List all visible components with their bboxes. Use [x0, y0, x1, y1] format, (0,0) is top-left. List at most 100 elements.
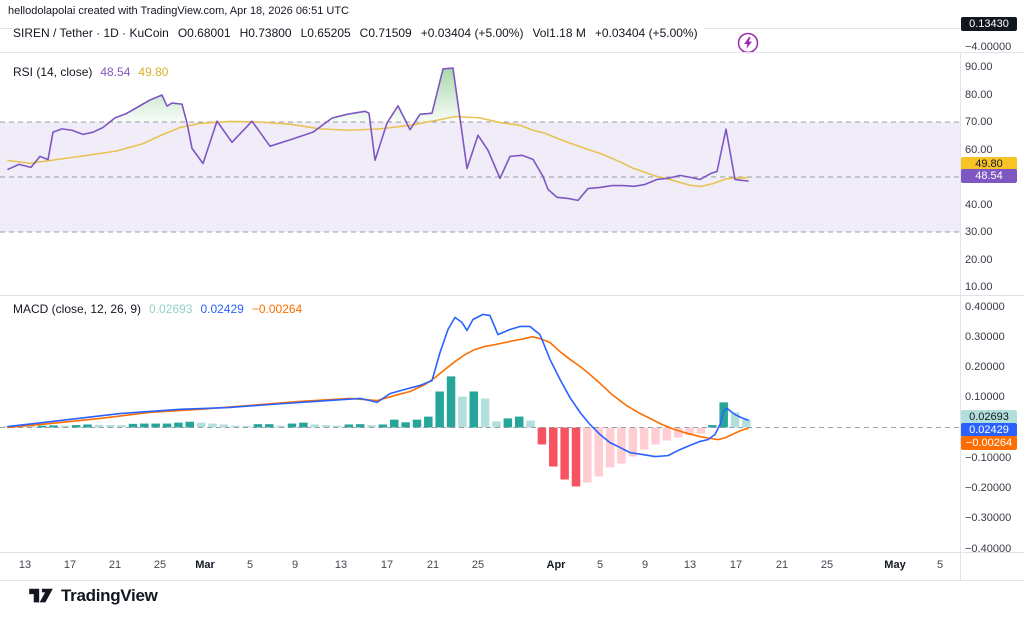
price-last-badge: 0.13430: [961, 17, 1017, 31]
time-axis-label: 5: [247, 559, 253, 571]
histogram-bar: [617, 428, 626, 464]
histogram-bar: [174, 423, 183, 428]
time-axis-label: 17: [381, 559, 393, 571]
histogram-bar: [470, 392, 479, 428]
histogram-bar: [606, 428, 615, 468]
time-axis-label: 21: [776, 559, 788, 571]
macd-line-value: 0.02429: [200, 302, 243, 316]
histogram-bar: [435, 392, 444, 428]
time-axis-label: 9: [292, 559, 298, 571]
rsi-axis-label: 80.00: [965, 89, 993, 101]
macd-axis-label: 0.40000: [965, 301, 1005, 313]
macd-axis-label: 0.20000: [965, 361, 1005, 373]
histogram-bar: [515, 417, 524, 428]
footer-border: [0, 580, 1024, 581]
histogram-bar: [492, 421, 501, 427]
histogram-bar: [560, 428, 569, 480]
macd-pane-legend: MACD (close, 12, 26, 9) 0.02693 0.02429 …: [13, 302, 308, 316]
histogram-bar: [640, 428, 649, 450]
rsi-axis-label: 10.00: [965, 281, 993, 293]
macd-line-badge: 0.02429: [961, 423, 1017, 437]
histogram-bar: [526, 421, 535, 428]
macd-signal-value: −0.00264: [252, 302, 302, 316]
time-axis-label: May: [884, 559, 905, 571]
time-axis-label: 13: [19, 559, 31, 571]
rsi-axis-label: 40.00: [965, 199, 993, 211]
chart-snapshot: hellodolapolai created with TradingView.…: [0, 0, 1024, 620]
histogram-bar: [504, 418, 512, 427]
attribution-text: hellodolapolai created with TradingView.…: [8, 5, 349, 17]
histogram-bar: [163, 424, 172, 428]
rsi-axis-label: 30.00: [965, 226, 993, 238]
macd-axis-label: −0.40000: [965, 543, 1011, 555]
tradingview-logo-mark: [28, 586, 54, 606]
histogram-bar: [583, 428, 592, 483]
histogram-bar: [208, 424, 217, 428]
histogram-bar: [129, 424, 138, 428]
time-axis-label: 25: [821, 559, 833, 571]
rsi-pane-legend: RSI (14, close) 48.54 49.80: [13, 65, 174, 79]
histogram-bar: [697, 428, 706, 434]
ohlc-high: H0.73800: [240, 26, 292, 40]
time-axis-label: 25: [472, 559, 484, 571]
histogram-bar: [549, 428, 558, 467]
histogram-bar: [186, 422, 195, 428]
histogram-bar: [288, 424, 297, 428]
rsi-axis-label: 90.00: [965, 61, 993, 73]
rsi-axis-label: 60.00: [965, 144, 993, 156]
symbol-legend: SIREN / Tether · 1D · KuCoin O0.68001 H0…: [13, 26, 704, 40]
time-axis-label: 25: [154, 559, 166, 571]
time-axis-label: 13: [684, 559, 696, 571]
macd-axis-label: 0.10000: [965, 391, 1005, 403]
histogram-bar: [458, 397, 467, 428]
macd-axis-label: 0.30000: [965, 331, 1005, 343]
rsi-overbought-fill: [110, 95, 187, 122]
histogram-bar: [481, 398, 490, 427]
histogram-bar: [663, 428, 672, 441]
pane-separator-rsi-macd[interactable]: [0, 295, 1024, 296]
macd-axis-label: −0.30000: [965, 512, 1011, 524]
ohlc-open: O0.68001: [178, 26, 231, 40]
histogram-bar: [197, 423, 206, 428]
time-axis-label: 21: [427, 559, 439, 571]
histogram-bar: [390, 420, 399, 428]
time-axis-label: 5: [597, 559, 603, 571]
rsi-axis-label: 20.00: [965, 254, 993, 266]
histogram-bar: [140, 424, 149, 428]
time-axis-label: 5: [937, 559, 943, 571]
signal-line: [8, 337, 748, 440]
time-axis-label: 17: [730, 559, 742, 571]
ohlc-close: C0.71509: [360, 26, 412, 40]
rsi-ma-value: 49.80: [138, 65, 168, 79]
tradingview-logo-text: TradingView: [61, 586, 158, 606]
histogram-bar: [413, 420, 422, 428]
macd-label: MACD (close, 12, 26, 9): [13, 302, 141, 316]
time-axis-label: 9: [642, 559, 648, 571]
ohlc-low: L0.65205: [301, 26, 351, 40]
macd-hist-value: 0.02693: [149, 302, 192, 316]
macd-axis-label: −0.10000: [965, 452, 1011, 464]
time-axis-label: Mar: [195, 559, 215, 571]
rsi-axis-label: 70.00: [965, 116, 993, 128]
time-axis-label: 17: [64, 559, 76, 571]
tradingview-logo[interactable]: TradingView: [28, 586, 158, 606]
histogram-bar: [651, 428, 660, 445]
symbol-title: SIREN / Tether · 1D · KuCoin: [13, 26, 169, 40]
macd-signal-badge: −0.00264: [961, 436, 1017, 450]
time-axis-label: Apr: [547, 559, 566, 571]
histogram-bar: [424, 417, 433, 428]
histogram-bar: [401, 422, 410, 427]
time-axis-label: 13: [335, 559, 347, 571]
macd-axis-label: −0.20000: [965, 482, 1011, 494]
volume-change: +0.03404 (+5.00%): [595, 26, 698, 40]
histogram-bar: [299, 423, 308, 428]
macd-hist-badge: 0.02693: [961, 410, 1017, 424]
rsi-badge: 48.54: [961, 169, 1017, 183]
price-change: +0.03404 (+5.00%): [421, 26, 524, 40]
histogram-bar: [538, 428, 547, 445]
histogram-bar: [742, 419, 751, 427]
pane-separator-top: [0, 52, 1024, 53]
rsi-value: 48.54: [100, 65, 130, 79]
time-axis-label: 21: [109, 559, 121, 571]
volume-value: Vol1.18 M: [532, 26, 585, 40]
